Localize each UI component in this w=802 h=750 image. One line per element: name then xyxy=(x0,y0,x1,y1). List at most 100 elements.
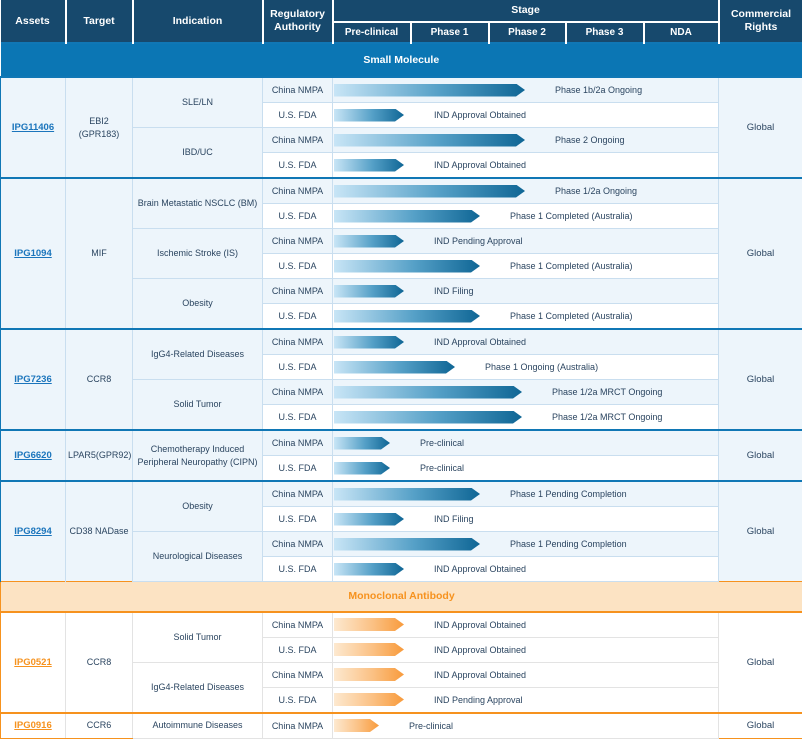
asset-link[interactable]: IPG7236 xyxy=(14,374,52,385)
authority-cell: China NMPA xyxy=(263,532,333,557)
asset-cell: IPG0521 xyxy=(1,612,66,713)
stage-status-label: IND Approval Obtained xyxy=(434,160,526,170)
stage-progress-arrow xyxy=(334,462,390,475)
stage-cell: Phase 1b/2a Ongoing xyxy=(333,77,719,103)
stage-status-label: IND Approval Obtained xyxy=(434,110,526,120)
stage-status-label: Phase 1 Pending Completion xyxy=(510,539,627,549)
stage-track: Phase 1 Pending Completion xyxy=(333,532,718,556)
stage-cell: Phase 2 Ongoing xyxy=(333,128,719,153)
authority-cell: China NMPA xyxy=(263,77,333,103)
indication-cell: Brain Metastatic NSCLC (BM) xyxy=(133,178,263,229)
stage-status-label: Phase 2 Ongoing xyxy=(555,135,625,145)
stage-progress-arrow xyxy=(334,618,404,631)
stage-progress-arrow xyxy=(334,310,480,323)
stage-status-label: Phase 1 Ongoing (Australia) xyxy=(485,362,598,372)
stage-progress-arrow xyxy=(334,411,522,424)
commercial-rights-cell: Global xyxy=(719,481,802,582)
stage-progress-arrow xyxy=(334,235,404,248)
asset-link[interactable]: IPG0521 xyxy=(14,657,52,668)
indication-cell: Solid Tumor xyxy=(133,612,263,663)
asset-link[interactable]: IPG1094 xyxy=(14,248,52,259)
stage-status-label: IND Approval Obtained xyxy=(434,645,526,655)
target-cell: MIF xyxy=(66,178,133,329)
authority-cell: U.S. FDA xyxy=(263,355,333,380)
section-band-blue: Small Molecule xyxy=(1,43,802,77)
stage-track: Pre-clinical xyxy=(333,456,718,480)
stage-progress-arrow xyxy=(334,134,525,147)
stage-status-label: Phase 1 Completed (Australia) xyxy=(510,311,633,321)
stage-progress-arrow xyxy=(334,538,480,551)
stage-progress-arrow xyxy=(334,643,404,656)
asset-link[interactable]: IPG0916 xyxy=(14,720,52,731)
authority-cell: China NMPA xyxy=(263,279,333,304)
commercial-rights-cell: Global xyxy=(719,77,802,178)
stage-status-label: IND Pending Approval xyxy=(434,695,523,705)
authority-cell: China NMPA xyxy=(263,329,333,355)
asset-cell: IPG7236 xyxy=(1,329,66,430)
authority-cell: China NMPA xyxy=(263,662,333,687)
stage-progress-arrow xyxy=(334,668,404,681)
stage-status-label: IND Approval Obtained xyxy=(434,337,526,347)
stage-cell: Phase 1/2a MRCT Ongoing xyxy=(333,405,719,431)
stage-cell: IND Pending Approval xyxy=(333,229,719,254)
stage-progress-arrow xyxy=(334,719,379,732)
authority-cell: China NMPA xyxy=(263,713,333,739)
stage-cell: IND Approval Obtained xyxy=(333,662,719,687)
stage-track: IND Approval Obtained xyxy=(333,663,718,687)
stage-progress-arrow xyxy=(334,159,404,172)
authority-cell: U.S. FDA xyxy=(263,557,333,582)
stage-header-phase-3: Phase 3 xyxy=(566,22,644,43)
stage-progress-arrow xyxy=(334,285,404,298)
stage-track: Pre-clinical xyxy=(333,431,718,455)
authority-cell: China NMPA xyxy=(263,612,333,638)
stage-progress-arrow xyxy=(334,693,404,706)
authority-cell: U.S. FDA xyxy=(263,103,333,128)
authority-cell: China NMPA xyxy=(263,430,333,456)
authority-cell: U.S. FDA xyxy=(263,507,333,532)
col-header-regulatory-authority: Regulatory Authority xyxy=(263,0,333,43)
stage-track: IND Approval Obtained xyxy=(333,613,718,637)
target-cell: CD38 NADase xyxy=(66,481,133,582)
stage-cell: IND Approval Obtained xyxy=(333,557,719,582)
stage-status-label: IND Approval Obtained xyxy=(434,564,526,574)
col-header-assets: Assets xyxy=(1,0,66,43)
stage-status-label: Phase 1/2a MRCT Ongoing xyxy=(552,387,662,397)
stage-status-label: IND Filing xyxy=(434,286,474,296)
asset-link[interactable]: IPG6620 xyxy=(14,450,52,461)
asset-cell: IPG1094 xyxy=(1,178,66,329)
stage-status-label: Phase 1 Completed (Australia) xyxy=(510,211,633,221)
stage-track: IND Approval Obtained xyxy=(333,330,718,354)
stage-cell: Pre-clinical xyxy=(333,456,719,482)
stage-progress-arrow xyxy=(334,84,525,97)
stage-progress-arrow xyxy=(334,513,404,526)
asset-link[interactable]: IPG11406 xyxy=(12,122,54,133)
stage-track: IND Filing xyxy=(333,279,718,303)
stage-header-phase-2: Phase 2 xyxy=(489,22,566,43)
stage-cell: Phase 1 Ongoing (Australia) xyxy=(333,355,719,380)
stage-progress-arrow xyxy=(334,361,455,374)
stage-header-preclinical: Pre-clinical xyxy=(333,22,411,43)
stage-cell: IND Pending Approval xyxy=(333,687,719,713)
stage-cell: Phase 1 Completed (Australia) xyxy=(333,304,719,330)
stage-status-label: Pre-clinical xyxy=(420,438,464,448)
stage-progress-arrow xyxy=(334,437,390,450)
asset-link[interactable]: IPG8294 xyxy=(14,526,52,537)
stage-track: Phase 1 Pending Completion xyxy=(333,482,718,506)
authority-cell: China NMPA xyxy=(263,380,333,405)
indication-cell: Obesity xyxy=(133,481,263,532)
stage-progress-arrow xyxy=(334,210,480,223)
indication-cell: IBD/UC xyxy=(133,128,263,179)
indication-cell: Chemotherapy Induced Peripheral Neuropat… xyxy=(133,430,263,481)
stage-cell: IND Filing xyxy=(333,279,719,304)
stage-status-label: Phase 1b/2a Ongoing xyxy=(555,85,642,95)
stage-cell: Phase 1 Pending Completion xyxy=(333,532,719,557)
stage-progress-arrow xyxy=(334,185,525,198)
indication-cell: Neurological Diseases xyxy=(133,532,263,582)
stage-cell: Pre-clinical xyxy=(333,430,719,456)
stage-track: IND Approval Obtained xyxy=(333,153,718,177)
stage-cell: Phase 1 Completed (Australia) xyxy=(333,204,719,229)
stage-track: Phase 1/2a Ongoing xyxy=(333,179,718,203)
stage-progress-arrow xyxy=(334,260,480,273)
commercial-rights-cell: Global xyxy=(719,713,802,739)
col-header-target: Target xyxy=(66,0,133,43)
